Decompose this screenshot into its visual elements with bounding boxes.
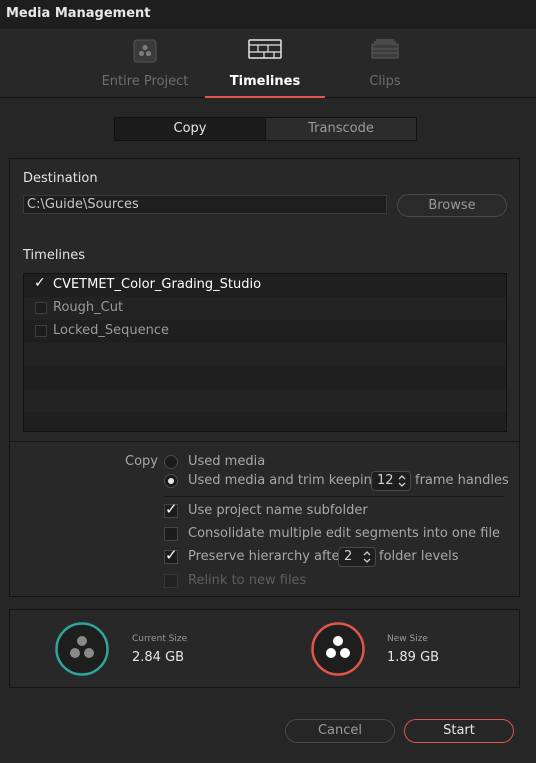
- tab-label: Timelines: [229, 74, 301, 89]
- timeline-name: CVETMET_Color_Grading_Studio: [53, 277, 262, 292]
- current-size-icon: [55, 622, 109, 680]
- consolidate-label: Consolidate multiple edit segments into …: [188, 526, 501, 541]
- checkmark-icon[interactable]: ✓: [34, 275, 46, 291]
- used-media-trim-label: Used media and trim keeping: [188, 473, 381, 488]
- timeline-name: Rough_Cut: [53, 300, 124, 315]
- tab-entire-project[interactable]: Entire Project: [85, 29, 205, 97]
- new-size-value: 1.89 GB: [387, 650, 440, 665]
- folder-levels-label: folder levels: [379, 549, 459, 564]
- frame-handles-stepper[interactable]: 12: [371, 471, 411, 491]
- timeline-checkbox[interactable]: [35, 325, 47, 337]
- browse-button[interactable]: Browse: [397, 194, 507, 217]
- copy-options-label: Copy: [125, 454, 158, 469]
- folder-levels-value: 2: [344, 549, 353, 564]
- consolidate-checkbox[interactable]: [164, 527, 178, 541]
- stepper-arrows-icon[interactable]: [362, 549, 372, 565]
- start-button[interactable]: Start: [404, 719, 514, 743]
- frame-handles-value: 12: [377, 473, 394, 488]
- mode-transcode-button[interactable]: Transcode: [266, 118, 416, 140]
- list-item[interactable]: ✓ CVETMET_Color_Grading_Studio: [24, 274, 506, 297]
- timeline-name: Locked_Sequence: [53, 323, 170, 338]
- preserve-hierarchy-label: Preserve hierarchy after: [188, 549, 345, 564]
- list-item[interactable]: Locked_Sequence: [24, 320, 506, 343]
- timelines-list[interactable]: ✓ CVETMET_Color_Grading_Studio Rough_Cut…: [23, 273, 507, 432]
- title-bar: Media Management: [0, 0, 536, 29]
- frame-handles-label: frame handles: [415, 473, 509, 488]
- checkmark-icon[interactable]: ✓: [165, 546, 178, 564]
- mode-copy-button[interactable]: Copy: [115, 118, 266, 140]
- new-size-caption: New Size: [387, 634, 428, 644]
- active-tab-indicator: [205, 96, 325, 98]
- current-size-value: 2.84 GB: [132, 650, 185, 665]
- list-item[interactable]: Rough_Cut: [24, 297, 506, 320]
- divider: [10, 441, 519, 442]
- subfolder-label: Use project name subfolder: [188, 503, 368, 518]
- project-icon: [132, 38, 158, 68]
- folder-levels-stepper[interactable]: 2: [338, 547, 376, 567]
- timelines-label: Timelines: [23, 248, 86, 263]
- timelines-icon: [248, 38, 282, 64]
- used-media-radio[interactable]: [164, 455, 178, 469]
- used-media-trim-radio[interactable]: [164, 474, 178, 488]
- destination-path-field[interactable]: C:\Guide\Sources: [23, 195, 387, 214]
- relink-label: Relink to new files: [188, 573, 307, 588]
- tab-bar: Entire Project Timelines Clips: [0, 29, 536, 98]
- empty-row: [24, 389, 506, 412]
- used-media-label: Used media: [188, 454, 266, 469]
- tab-timelines[interactable]: Timelines: [205, 29, 325, 98]
- tab-label: Entire Project: [101, 74, 189, 89]
- current-size-caption: Current Size: [132, 634, 188, 644]
- divider: [164, 496, 504, 497]
- new-size-icon: [311, 622, 365, 680]
- stepper-arrows-icon[interactable]: [397, 473, 407, 489]
- empty-row: [24, 412, 506, 431]
- checkmark-icon[interactable]: ✓: [165, 500, 178, 518]
- empty-row: [24, 343, 506, 366]
- tab-clips[interactable]: Clips: [325, 29, 445, 97]
- cancel-button[interactable]: Cancel: [285, 719, 395, 743]
- mode-segmented-control: Copy Transcode: [114, 117, 417, 141]
- tab-label: Clips: [369, 74, 401, 89]
- relink-checkbox: [164, 574, 178, 588]
- destination-label: Destination: [23, 171, 98, 186]
- clips-icon: [370, 38, 400, 64]
- empty-row: [24, 366, 506, 389]
- timeline-checkbox[interactable]: [35, 302, 47, 314]
- window-title: Media Management: [6, 6, 151, 21]
